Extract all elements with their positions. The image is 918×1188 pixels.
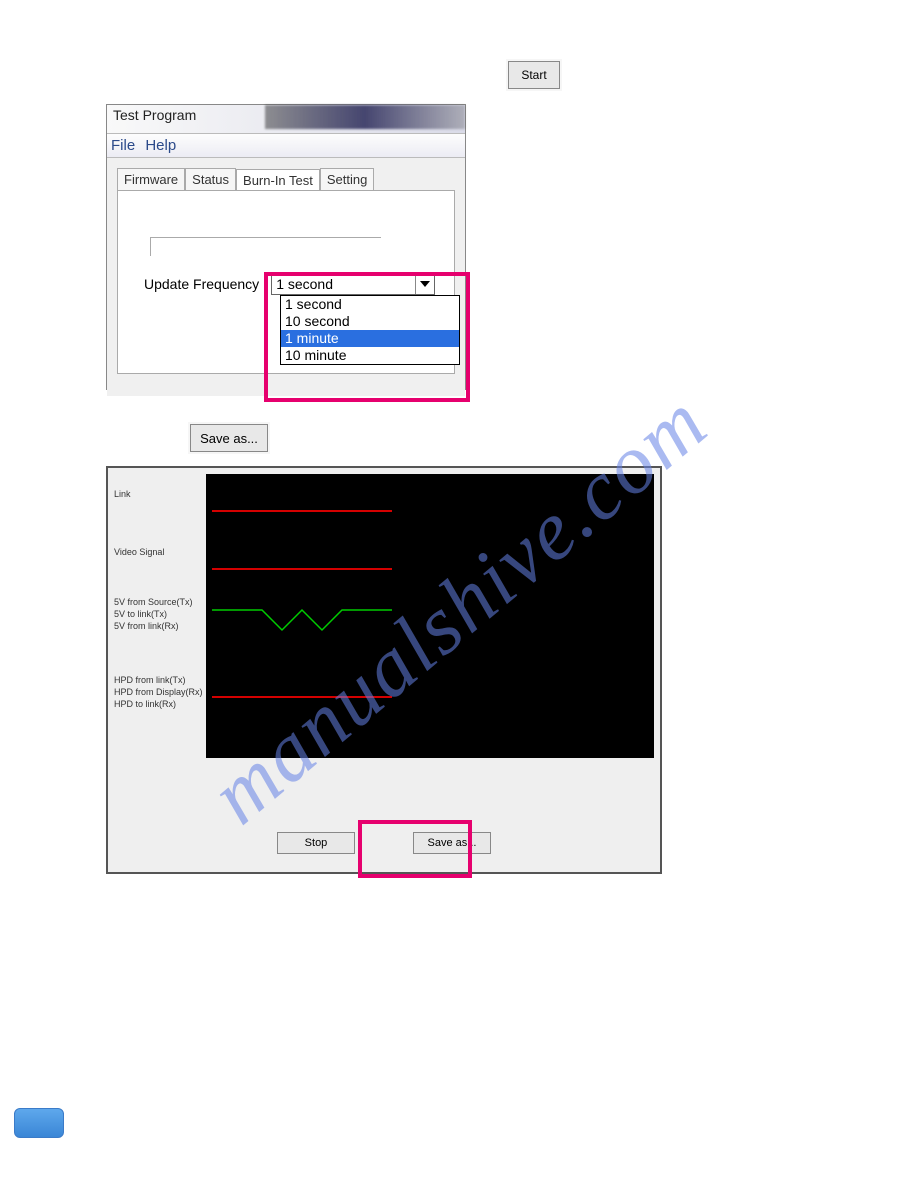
option-1-minute[interactable]: 1 minute: [281, 330, 459, 347]
tab-burn-in-test[interactable]: Burn-In Test: [236, 169, 320, 191]
label-5v-from-link: 5V from link(Rx): [114, 620, 206, 632]
update-frequency-dropdown: 1 second 10 second 1 minute 10 minute: [280, 295, 460, 365]
trace-hpd: [212, 696, 392, 698]
tab-firmware[interactable]: Firmware: [117, 168, 185, 190]
trace-5v: [212, 608, 392, 632]
trace-link: [212, 510, 392, 512]
trace-video-signal: [212, 568, 392, 570]
label-video-signal: Video Signal: [114, 546, 206, 558]
page-badge: [14, 1108, 64, 1138]
tab-panel: Update Frequency 1 second 1 second 10 se…: [117, 190, 455, 374]
scope-window: Link Video Signal 5V from Source(Tx) 5V …: [106, 466, 662, 874]
chevron-down-icon[interactable]: [415, 274, 434, 294]
label-hpd-from-link: HPD from link(Tx): [114, 674, 206, 686]
tab-strip: Firmware Status Burn-In Test Setting: [117, 168, 455, 190]
option-10-minute[interactable]: 10 minute: [281, 347, 459, 364]
label-5v-to-link: 5V to link(Tx): [114, 608, 206, 620]
tab-setting[interactable]: Setting: [320, 168, 374, 190]
label-link: Link: [114, 488, 206, 500]
combobox-value: 1 second: [276, 276, 333, 292]
stop-button[interactable]: Stop: [277, 832, 355, 854]
channel-labels: Link Video Signal 5V from Source(Tx) 5V …: [114, 474, 206, 758]
option-1-second[interactable]: 1 second: [281, 296, 459, 313]
save-as-button[interactable]: Save as...: [190, 424, 268, 452]
window-title-bar: Test Program: [107, 105, 465, 133]
window-title: Test Program: [113, 107, 196, 123]
option-10-second[interactable]: 10 second: [281, 313, 459, 330]
tab-status[interactable]: Status: [185, 168, 236, 190]
menu-help[interactable]: Help: [145, 137, 176, 154]
update-frequency-label: Update Frequency: [144, 276, 259, 292]
scope-canvas: [206, 474, 654, 758]
label-hpd-from-display: HPD from Display(Rx): [114, 686, 206, 698]
update-frequency-combobox[interactable]: 1 second: [271, 273, 435, 295]
label-hpd-to-link: HPD to link(Rx): [114, 698, 206, 710]
scope-save-as-button[interactable]: Save as...: [413, 832, 491, 854]
label-5v-from-source: 5V from Source(Tx): [114, 596, 206, 608]
menu-file[interactable]: File: [111, 137, 135, 154]
menu-bar: File Help: [107, 133, 465, 158]
groupbox-border: [150, 237, 381, 256]
test-program-window: Test Program File Help Firmware Status B…: [106, 104, 466, 390]
start-button[interactable]: Start: [508, 61, 560, 89]
